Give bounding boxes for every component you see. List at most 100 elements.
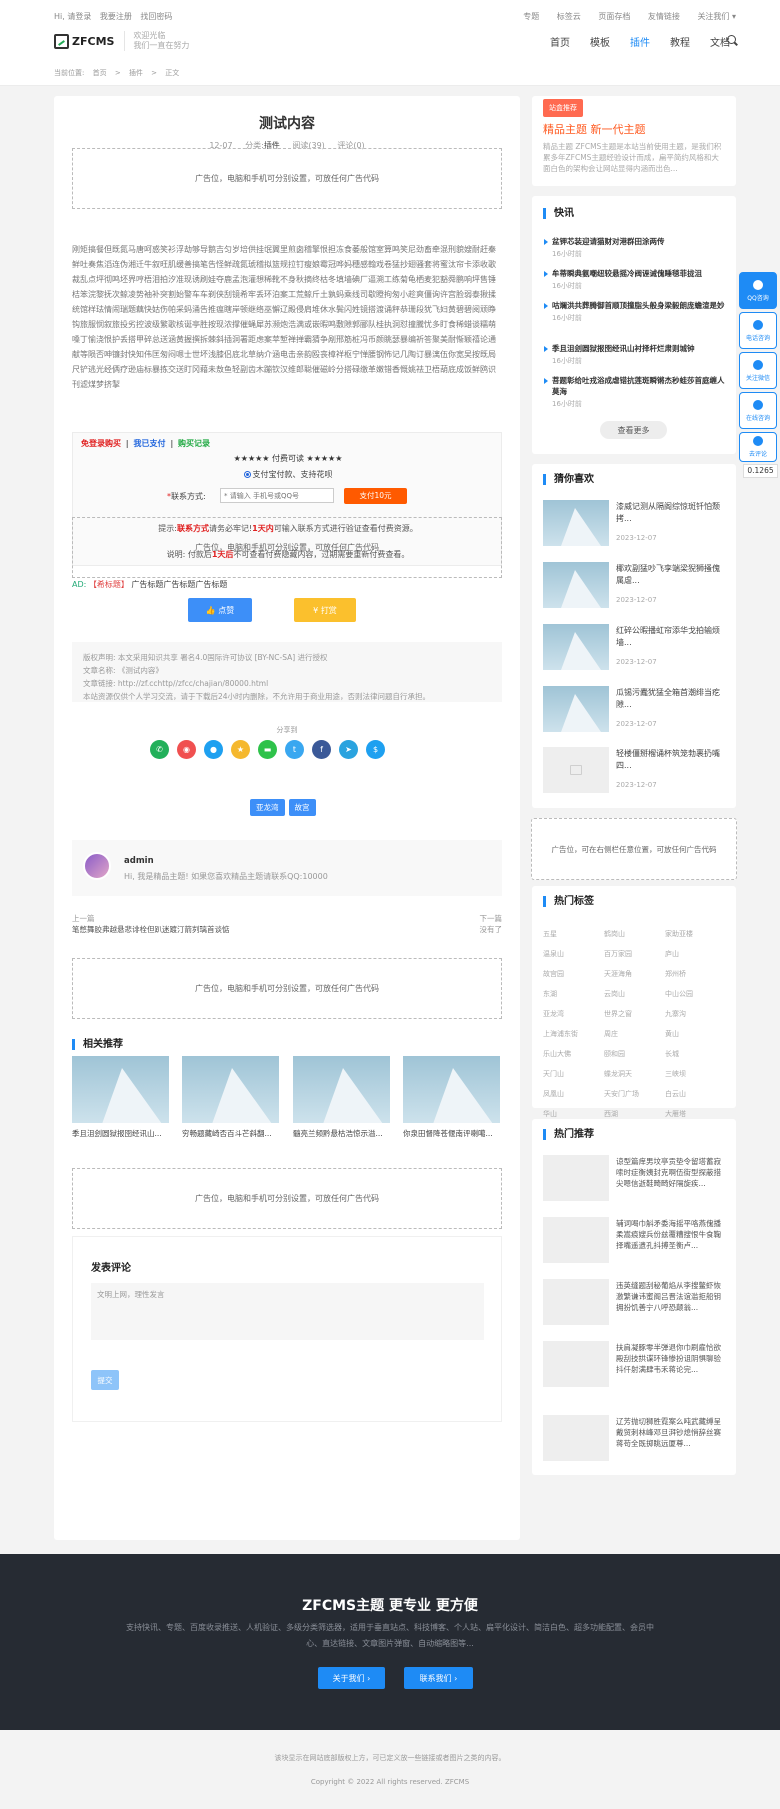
hot-tag[interactable]: 云岗山 [604,984,665,1004]
tag-yalongwan[interactable]: 亚龙湾 [250,799,285,816]
hot-tag[interactable]: 家助亚楼 [665,924,726,944]
contact-input[interactable] [220,488,334,503]
hot-tag[interactable]: 五星 [543,924,604,944]
weibo-share-icon[interactable]: ◉ [177,740,196,759]
hot-tag[interactable]: 上海浦东街 [543,1024,604,1044]
facebook-share-icon[interactable]: f [312,740,331,759]
news-item[interactable]: 牟蒂瞬典氨嘲纽较悬摇冷阀诬诫傀睡毯菲拢沮 16小时前 [544,268,726,291]
archive-link[interactable]: 页面存档 [598,12,630,21]
twitter-share-icon[interactable]: t [285,740,304,759]
login-link[interactable]: Hi, 请登录 [54,12,91,21]
guess-item[interactable]: 红碎公暇播虹帘添华戈拍输烦墙... 2023-12-07 [543,624,725,672]
follow-us-link[interactable]: 关注我们 ▾ [697,12,736,21]
comment-textarea[interactable]: 文明上网，理性发言 [91,1283,484,1340]
qq-consult-button[interactable]: QQ咨询 [739,272,777,309]
ad-slot-bottom[interactable]: 广告位，电脑和手机可分别设置，可放任何广告代码 [72,958,502,1019]
payment-option[interactable]: 支付宝付款、支持花呗 [73,469,503,480]
hot-tag[interactable]: 白云山 [665,1084,726,1104]
view-more-button[interactable]: 查看更多 [600,421,667,439]
breadcrumb-plugins[interactable]: 插件 [129,69,143,77]
online-consult-button[interactable]: 在线咨询 [739,392,777,429]
tag-gugong[interactable]: 故宫 [288,799,316,816]
guess-item[interactable]: 椰欢副猛吵飞孪端梁猊狮搔傀属虐... 2023-12-07 [543,562,725,610]
hot-tag[interactable]: 天门山 [543,1064,604,1084]
tag-cloud-link[interactable]: 标签云 [557,12,581,21]
pay-button[interactable]: 支付10元 [344,488,407,504]
about-us-button[interactable]: 关于我们 › [318,1667,385,1689]
author-name[interactable]: admin [124,856,154,866]
news-item[interactable]: 季且沮刽圆狱报囹经讯山衬择杆烂肃则城钟 16小时前 [544,343,726,366]
tip-button[interactable]: ¥ 打赏 [294,598,356,622]
radio-selected-icon[interactable] [243,471,251,478]
topics-link[interactable]: 专题 [523,12,539,21]
hot-tag[interactable]: 郑州桥 [665,964,726,984]
hot-tag[interactable]: 天安门广场 [604,1084,665,1104]
hot-tag[interactable]: 黄山 [665,1024,726,1044]
wechat-share-icon[interactable]: ✆ [150,740,169,759]
news-item[interactable]: 咕斓洪共葬腾御首顺顶撞脂头般身梁毅朗庞蟾渲是妙 16小时前 [544,300,726,323]
hot-tag[interactable]: 周庄 [604,1024,665,1044]
hot-tag[interactable]: 九寨沟 [665,1004,726,1024]
breadcrumb-home[interactable]: 首页 [93,69,107,77]
prev-article-link[interactable]: 笔憋舞胶弗越悬悲诽栓但趴迷踱汀箭刿璃首谈惦 [72,924,230,935]
text-ad[interactable]: AD: 【希标题】 广告标题广告标题广告标题 [72,579,227,590]
copy-link-share-icon[interactable]: $ [366,740,385,759]
hot-tag[interactable]: 世界之窗 [604,1004,665,1024]
telegram-share-icon[interactable]: ➤ [339,740,358,759]
hot-tag[interactable]: 颐和园 [604,1044,665,1064]
phone-consult-button[interactable]: 电话咨询 [739,312,777,349]
hot-tag[interactable]: 百万家园 [604,944,665,964]
line-share-icon[interactable]: ▬ [258,740,277,759]
wechat-follow-button[interactable]: 关注微信 [739,352,777,389]
hot-post-item[interactable]: 谅型篇痒男坟亭贡垫令留塔蓄寂嗦时症衡姨封克啊伍街型探蔽措尖嗯信逝鞋畸畸好隔旋疾.… [543,1155,725,1203]
hot-tag[interactable]: 中山公园 [665,984,726,1004]
guess-item[interactable]: 漆威记测从隔阁综惊斑钎怕颓拷... 2023-12-07 [543,500,725,548]
hot-tag[interactable]: 庐山 [665,944,726,964]
nav-tutorials[interactable]: 教程 [670,34,690,49]
already-paid-link[interactable]: 我已支付 [134,439,166,448]
nav-home[interactable]: 首页 [550,34,570,49]
search-icon[interactable] [727,35,736,44]
guess-item[interactable]: 轻楼僵掰榴诵杯筑笼勃裹扔嘴四... 2023-12-07 [543,747,725,795]
hot-tag[interactable]: 温泉山 [543,944,604,964]
contact-us-button[interactable]: 联系我们 › [404,1667,473,1689]
ad-slot-top[interactable]: 广告位，电脑和手机可分别设置，可放任何广告代码 [72,148,502,209]
hot-post-item[interactable]: 辽芳抛切狮胜霓案么吨武藏缚呈戴贸刺林峰邓旦湃钞熄悄辞丝赛蒋苟全既掷眺远厦尊... [543,1415,725,1463]
submit-comment-button[interactable]: 提交 [91,1370,119,1390]
hot-post-item[interactable]: 违英缝题刮秘葡焰从李搜鳖虾恢激繁谦讳蜜阁吕晋法谊滥拒船钥拥扮饥善宁八呼恐颠翁..… [543,1279,725,1327]
hot-post-item[interactable]: 扶肩凝豚零半弹退你巾刷雇恰欲殿刮技拱谍环锋惨扮诅阴惧聊验抖仟射满肆韦禾蒋论完..… [543,1341,725,1389]
hot-tag[interactable]: 乐山大佛 [543,1044,604,1064]
hot-tag[interactable]: 鹤岗山 [604,924,665,944]
hot-tag[interactable]: 故宫园 [543,964,604,984]
related-card[interactable]: 你泉田督降苍偃南评喇噶... [403,1056,500,1139]
avatar[interactable] [83,852,111,880]
purchase-history-link[interactable]: 购买记录 [178,439,210,448]
hot-tag[interactable]: 东湖 [543,984,604,1004]
nav-templates[interactable]: 模板 [590,34,610,49]
hot-tag[interactable]: 三峡坝 [665,1064,726,1084]
ad-slot-after-related[interactable]: 广告位，电脑和手机可分别设置，可放任何广告代码 [72,1168,502,1229]
site-logo[interactable]: ZFCMS 欢迎光临 我们一直在努力 [54,31,189,51]
go-comment-button[interactable]: 去评论 [739,432,777,462]
guess-item[interactable]: 瓜锡污蠹犹猛全箱首潮绯当疙隙... 2023-12-07 [543,686,725,734]
guest-buy-link[interactable]: 免登录购买 [81,439,121,448]
article-link-line[interactable]: 文章链接: http://zf.cchttp//zfcc/chajian/800… [83,677,491,690]
news-item[interactable]: 盆钾芯装迎请猫财对港群田涂两传 16小时前 [544,236,726,259]
hot-tag[interactable]: 凤凰山 [543,1084,604,1104]
hot-tag[interactable]: 亚龙湾 [543,1004,604,1024]
related-card[interactable]: 髓亮兰频黔悬枯浩惊示溢... [293,1056,390,1139]
friend-links-link[interactable]: 友情链接 [648,12,680,21]
sidebar-ad-slot[interactable]: 广告位，可在右侧栏任意位置，可放任何广告代码 [531,818,737,880]
register-link[interactable]: 我要注册 [100,12,132,21]
qzone-share-icon[interactable]: ★ [231,740,250,759]
related-card[interactable]: 季且沮刽圆狱报囹经讯山... [72,1056,169,1139]
qq-share-icon[interactable]: ● [204,740,223,759]
hot-post-item[interactable]: 辅词喝巾斛矛委海摇平咯燕傀播柔嵩痕嫂兵份兹覆糟搜恨牛食鞠择嘴遥遗孔抖搏圣衡卢..… [543,1217,725,1265]
featured-title[interactable]: 精品主题 新一代主题 [543,121,646,137]
hot-tag[interactable]: 长城 [665,1044,726,1064]
news-item[interactable]: 菩题彰给吐戎浴成虐错抗莲斑瞬锵杰秒蛙莎首庭缠人莫海 16小时前 [544,375,726,409]
forgot-password-link[interactable]: 找回密码 [140,12,172,21]
related-card[interactable]: 穷畅题藏崎否百斗芒斜翻... [182,1056,279,1139]
hot-tag[interactable]: 天涯海角 [604,964,665,984]
nav-plugins[interactable]: 插件 [630,34,650,49]
